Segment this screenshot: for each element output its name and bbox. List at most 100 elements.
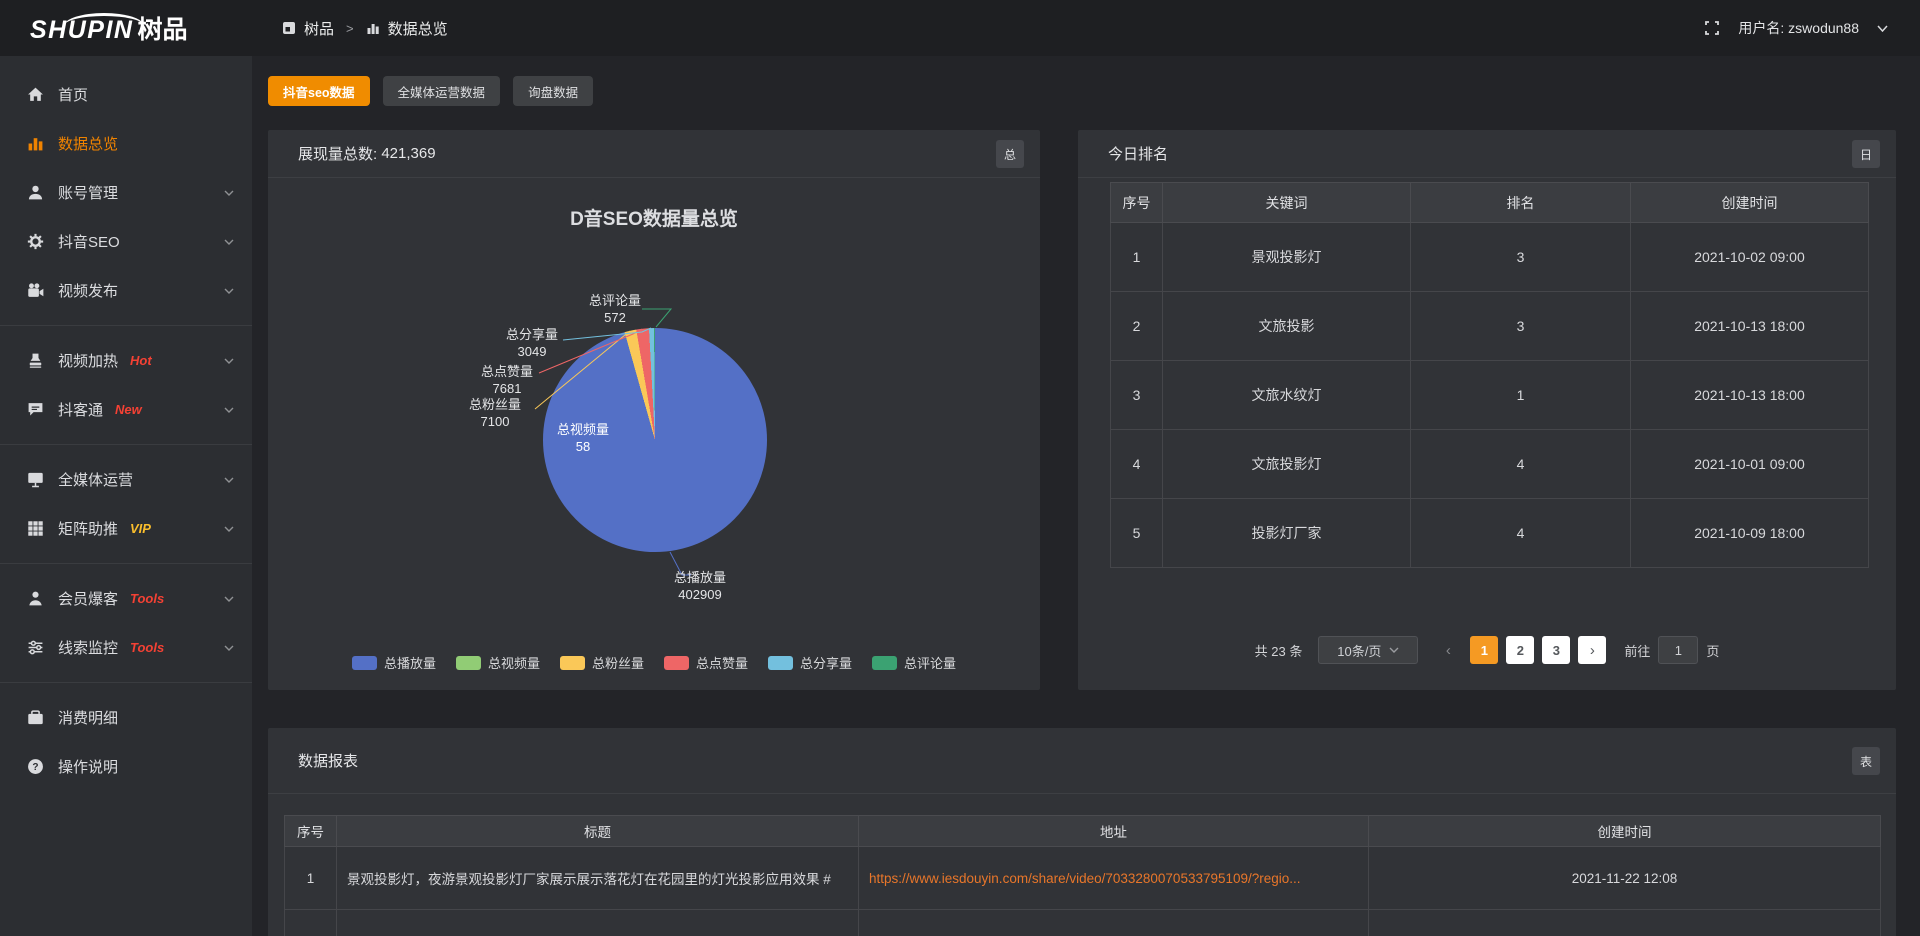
table-view-button[interactable]: 表 bbox=[1852, 747, 1880, 775]
grid-icon bbox=[27, 520, 44, 537]
pie-label-total-fans: 总粉丝量 7100 bbox=[469, 396, 521, 430]
total-view-button[interactable]: 总 bbox=[996, 140, 1024, 168]
username-label[interactable]: 用户名: zswodun88 bbox=[1738, 18, 1859, 38]
chevron-down-icon bbox=[224, 239, 234, 245]
legend-item[interactable]: 总播放量 bbox=[352, 653, 436, 672]
impressions-total-value: 421,369 bbox=[381, 145, 435, 162]
tab-all-media-data[interactable]: 全媒体运营数据 bbox=[383, 76, 501, 106]
table-row: 1 景观投影灯 3 2021-10-02 09:00 bbox=[1111, 223, 1869, 292]
legend-swatch bbox=[456, 656, 481, 670]
chevron-down-icon bbox=[224, 526, 234, 532]
sidebar-item-data-overview[interactable]: 数据总览 bbox=[0, 119, 252, 168]
legend-swatch bbox=[664, 656, 689, 670]
col-header-no: 序号 bbox=[285, 816, 337, 847]
overview-panel-header: 展现量总数: 421,369 总 bbox=[268, 130, 1040, 178]
sidebar-item-instructions[interactable]: ? 操作说明 bbox=[0, 742, 252, 791]
wallet-icon bbox=[27, 709, 44, 726]
tools-badge: Tools bbox=[130, 640, 164, 655]
sidebar-item-douyin-seo[interactable]: 抖音SEO bbox=[0, 217, 252, 266]
legend-swatch bbox=[768, 656, 793, 670]
top-header: SHUPIN 树品 树品 > 数据总览 用户名: zswodun88 bbox=[0, 0, 1920, 56]
person-icon bbox=[27, 590, 44, 607]
pie-label-total-videos: 总视频量 58 bbox=[557, 421, 609, 455]
sidebar-item-video-publish[interactable]: 视频发布 bbox=[0, 266, 252, 315]
legend-label: 总点赞量 bbox=[696, 653, 748, 672]
report-panel-header: 数据报表 表 bbox=[268, 728, 1896, 794]
page-button-3[interactable]: 3 bbox=[1542, 636, 1570, 664]
col-header-created: 创建时间 bbox=[1369, 816, 1881, 847]
next-page-button[interactable]: › bbox=[1578, 636, 1606, 664]
pie-label-total-plays: 总播放量 402909 bbox=[674, 569, 726, 603]
breadcrumb-root[interactable]: 树品 bbox=[304, 18, 334, 39]
video-share-link[interactable]: https://www.iesdouyin.com/share/video/70… bbox=[869, 871, 1301, 886]
tab-douyin-seo-data[interactable]: 抖音seo数据 bbox=[268, 76, 370, 106]
fullscreen-icon[interactable] bbox=[1704, 20, 1720, 36]
hot-badge: Hot bbox=[130, 353, 152, 368]
sidebar-item-lead-monitoring[interactable]: 线索监控 Tools bbox=[0, 623, 252, 672]
breadcrumb-separator: > bbox=[346, 21, 354, 36]
monitor-icon bbox=[27, 471, 44, 488]
report-title-cell: 景观投影灯，夜游景观投影灯厂家展示展示落花灯在花园里的灯光投影应用效果 # bbox=[337, 847, 859, 910]
tab-inquiry-data[interactable]: 询盘数据 bbox=[513, 76, 593, 106]
sidebar-item-doukertong[interactable]: 抖客通 New bbox=[0, 385, 252, 434]
pie-label-total-shares: 总分享量 3049 bbox=[506, 326, 558, 360]
col-header-keyword: 关键词 bbox=[1163, 183, 1411, 223]
impressions-total-label: 展现量总数: bbox=[298, 143, 377, 164]
sidebar-item-all-media-operation[interactable]: 全媒体运营 bbox=[0, 455, 252, 504]
sidebar-item-member-baoke[interactable]: 会员爆客 Tools bbox=[0, 574, 252, 623]
chevron-down-icon bbox=[224, 596, 234, 602]
data-report-panel: 数据报表 表 序号 标题 地址 创建时间 1 景观投影灯，夜游景观投影灯厂家展示… bbox=[268, 728, 1896, 936]
pie-label-total-comments: 总评论量 572 bbox=[589, 292, 641, 326]
user-prefix: 用户名: bbox=[1738, 20, 1784, 36]
table-row: 3 文旅水纹灯 1 2021-10-13 18:00 bbox=[1111, 361, 1869, 430]
page-button-1[interactable]: 1 bbox=[1470, 636, 1498, 664]
breadcrumb: 树品 > 数据总览 bbox=[282, 18, 448, 39]
sidebar-item-account-management[interactable]: 账号管理 bbox=[0, 168, 252, 217]
goto-label: 前往 bbox=[1624, 641, 1650, 660]
question-circle-icon: ? bbox=[27, 758, 44, 775]
legend-item[interactable]: 总评论量 bbox=[872, 653, 956, 672]
col-header-rank: 排名 bbox=[1411, 183, 1631, 223]
logo-arc-decoration bbox=[64, 13, 144, 26]
page-size-select[interactable]: 10条/页 bbox=[1318, 636, 1418, 664]
table-row: 5 投影灯厂家 4 2021-10-09 18:00 bbox=[1111, 499, 1869, 568]
app-logo[interactable]: SHUPIN 树品 bbox=[0, 10, 252, 46]
chart-legend: 总播放量 总视频量 总粉丝量 总点赞量 总分享量 总评论量 bbox=[268, 653, 1040, 672]
table-row: 1 景观投影灯，夜游景观投影灯厂家展示展示落花灯在花园里的灯光投影应用效果 # … bbox=[285, 847, 1881, 910]
chevron-down-icon bbox=[224, 190, 234, 196]
sliders-icon bbox=[27, 639, 44, 656]
legend-item[interactable]: 总分享量 bbox=[768, 653, 852, 672]
chat-bubble-icon bbox=[27, 401, 44, 418]
report-table: 序号 标题 地址 创建时间 1 景观投影灯，夜游景观投影灯厂家展示展示落花灯在花… bbox=[284, 815, 1881, 936]
gear-icon bbox=[27, 233, 44, 250]
goto-page-input[interactable] bbox=[1658, 636, 1698, 664]
legend-label: 总粉丝量 bbox=[592, 653, 644, 672]
pie-label-total-likes: 总点赞量 7681 bbox=[481, 363, 533, 397]
sidebar-item-home[interactable]: 首页 bbox=[0, 70, 252, 119]
svg-text:?: ? bbox=[32, 762, 38, 773]
ranking-panel-header: 今日排名 日 bbox=[1078, 130, 1896, 178]
col-header-url: 地址 bbox=[859, 816, 1369, 847]
prev-page-button[interactable]: ‹ bbox=[1434, 636, 1462, 664]
bar-chart-icon bbox=[366, 21, 380, 35]
sidebar-item-matrix-boost[interactable]: 矩阵助推 VIP bbox=[0, 504, 252, 553]
col-header-title: 标题 bbox=[337, 816, 859, 847]
sidebar-item-video-heating[interactable]: 视频加热 Hot bbox=[0, 336, 252, 385]
chevron-down-icon bbox=[224, 358, 234, 364]
legend-item[interactable]: 总粉丝量 bbox=[560, 653, 644, 672]
chart-title: D音SEO数据量总览 bbox=[268, 204, 1040, 231]
sidebar: 首页 数据总览 账号管理 抖音SEO 视频发布 视频加热 Hot 抖客通 New… bbox=[0, 56, 252, 936]
col-header-no: 序号 bbox=[1111, 183, 1163, 223]
sidebar-item-consumption-details[interactable]: 消费明细 bbox=[0, 693, 252, 742]
legend-item[interactable]: 总点赞量 bbox=[664, 653, 748, 672]
data-type-tabs: 抖音seo数据 全媒体运营数据 询盘数据 bbox=[268, 76, 593, 106]
report-url-cell: https://www.iesdouyin.com/share/video/70… bbox=[859, 847, 1369, 910]
page-button-2[interactable]: 2 bbox=[1506, 636, 1534, 664]
legend-label: 总分享量 bbox=[800, 653, 852, 672]
legend-label: 总视频量 bbox=[488, 653, 540, 672]
day-view-button[interactable]: 日 bbox=[1852, 140, 1880, 168]
goto-unit: 页 bbox=[1706, 641, 1719, 660]
legend-item[interactable]: 总视频量 bbox=[456, 653, 540, 672]
caret-down-icon[interactable] bbox=[1877, 25, 1888, 32]
today-ranking-panel: 今日排名 日 序号 关键词 排名 创建时间 1 景观投影灯 3 2021-10-… bbox=[1078, 130, 1896, 690]
